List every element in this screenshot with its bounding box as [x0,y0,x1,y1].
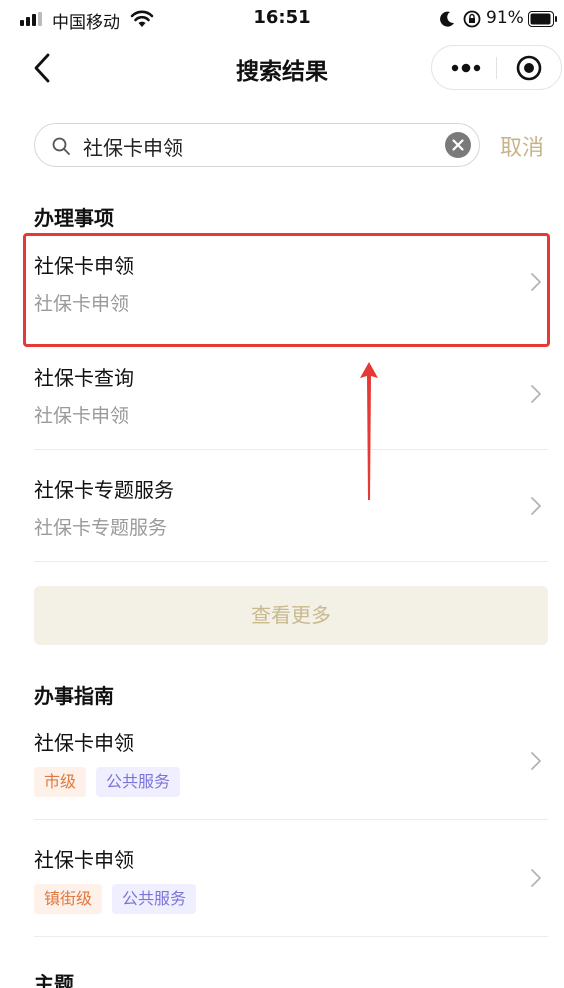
tag-group: 镇街级 公共服务 [34,884,197,914]
chevron-right-icon [531,869,541,887]
search-input[interactable]: 社保卡申领 [83,132,183,161]
capsule-divider [496,57,497,79]
tag-group: 市级 公共服务 [34,767,181,797]
section-title-affairs: 办理事项 [34,206,114,230]
more-dots-icon[interactable] [450,60,482,76]
mini-program-capsule [431,45,562,90]
search-icon [52,137,70,155]
tag-type: 公共服务 [112,884,197,914]
list-item[interactable]: 社保卡专题服务 社保卡专题服务 [34,450,548,562]
tag-level: 市级 [34,767,87,797]
section-title-guides: 办事指南 [34,684,114,708]
highlight-box [23,233,550,347]
section-title-topics: 主题 [34,972,74,988]
divider [34,936,548,937]
view-more-button[interactable]: 查看更多 [34,586,548,645]
tag-type: 公共服务 [96,767,181,797]
chevron-right-icon [531,497,541,515]
tag-level: 镇街级 [34,884,103,914]
rotation-lock-icon [463,10,481,28]
item-title: 社保卡查询 [34,366,134,390]
do-not-disturb-icon [440,11,454,27]
list-item[interactable]: 社保卡查询 社保卡申领 [34,347,548,450]
item-title: 社保卡专题服务 [34,478,174,502]
item-title: 社保卡申领 [34,848,134,872]
chevron-right-icon [531,752,541,770]
list-item[interactable]: 社保卡申领 市级 公共服务 [34,710,548,820]
search-bar[interactable]: 社保卡申领 [34,123,480,167]
status-bar: 中国移动 16:51 91% [0,0,564,40]
battery-icon [528,11,557,27]
close-target-icon[interactable] [516,55,542,81]
list-item[interactable]: 社保卡申领 镇街级 公共服务 [34,820,548,937]
item-title: 社保卡申领 [34,731,134,755]
clear-icon[interactable] [445,132,471,158]
item-subtitle: 社保卡申领 [34,405,130,427]
item-subtitle: 社保卡专题服务 [34,517,168,539]
cancel-button[interactable]: 取消 [500,130,544,162]
chevron-right-icon [531,385,541,403]
battery-percent: 91% [486,8,524,28]
red-arrow-annotation [360,362,378,500]
divider [34,561,548,562]
